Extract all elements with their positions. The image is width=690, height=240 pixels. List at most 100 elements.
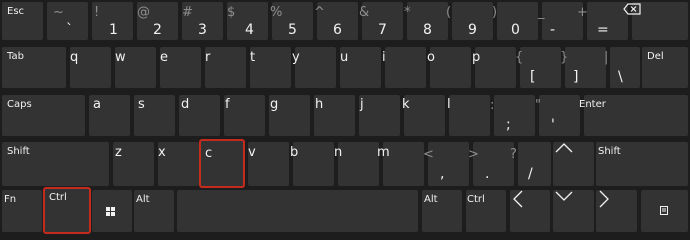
key-comma[interactable]: < , (423, 142, 469, 186)
key-esc[interactable]: Esc (2, 2, 43, 40)
key-label: g (270, 97, 279, 112)
key-d[interactable]: d (179, 95, 220, 136)
key-h[interactable]: h (314, 95, 355, 136)
key-main-label: 8 (423, 22, 432, 38)
key-k[interactable]: k (402, 95, 445, 136)
key-shift-label: @ (137, 5, 150, 20)
key-quote[interactable]: " ' (535, 95, 580, 136)
key-shift-label: | (604, 50, 609, 65)
key-label: i (382, 50, 386, 65)
key-main-label: 9 (468, 22, 477, 38)
key-label: Caps (7, 99, 32, 110)
key-b[interactable]: b (290, 142, 334, 186)
key-alt-left[interactable]: Alt (134, 190, 174, 232)
key-main-label: ` (66, 22, 73, 38)
key-3[interactable]: # 3 (182, 2, 223, 40)
chevron-left-icon (513, 190, 523, 208)
key-a[interactable]: a (89, 95, 130, 136)
key-shift-label: * (404, 5, 411, 20)
key-arrow-up[interactable] (553, 142, 594, 186)
key-arrow-down[interactable] (553, 190, 594, 232)
key-r[interactable]: r (205, 47, 246, 88)
key-p[interactable]: p (472, 47, 516, 88)
key-space[interactable] (177, 190, 418, 232)
key-label: q (70, 50, 79, 65)
key-t[interactable]: t (250, 47, 291, 88)
key-ctrl-right[interactable]: Ctrl (466, 190, 506, 232)
key-alt-right[interactable]: Alt (422, 190, 462, 232)
key-8[interactable]: * 8 (404, 2, 448, 40)
key-caps-lock[interactable]: Caps (2, 95, 85, 136)
chevron-right-icon (599, 190, 609, 208)
key-9[interactable]: ( 9 (446, 2, 493, 40)
key-m[interactable]: m (377, 142, 424, 186)
key-c[interactable]: c (199, 139, 245, 188)
key-i[interactable]: i (382, 47, 426, 88)
key-delete[interactable]: Del (642, 47, 688, 88)
key-backslash[interactable]: | \ (604, 47, 640, 88)
key-e[interactable]: e (160, 47, 201, 88)
key-o[interactable]: o (427, 47, 471, 88)
key-shift-right[interactable]: Shift (596, 142, 688, 186)
key-right-bracket[interactable]: } ] (560, 47, 606, 88)
key-0[interactable]: ) 0 (492, 2, 538, 40)
key-period[interactable]: > . (468, 142, 514, 186)
key-left-bracket[interactable]: { [ (515, 47, 561, 88)
key-5[interactable]: % 5 (270, 2, 313, 40)
key-label: r (205, 50, 211, 65)
key-ctrl-left[interactable]: Ctrl (43, 187, 91, 234)
key-tab[interactable]: Tab (2, 47, 66, 88)
key-windows[interactable] (92, 190, 132, 232)
key-enter[interactable]: Enter (579, 95, 688, 136)
key-menu[interactable] (641, 190, 688, 232)
key-main-label: \ (618, 69, 623, 85)
key-7[interactable]: & 7 (359, 2, 403, 40)
key-backspace[interactable] (623, 2, 688, 40)
key-g[interactable]: g (269, 95, 310, 136)
key-l[interactable]: l (447, 95, 490, 136)
key-main-label: 1 (109, 22, 118, 38)
key-shift-label: ! (94, 5, 100, 20)
key-main-label: . (485, 166, 490, 182)
key-s[interactable]: s (134, 95, 175, 136)
key-y[interactable]: y (292, 47, 336, 88)
key-main-label: 5 (288, 22, 297, 38)
key-j[interactable]: j (359, 95, 400, 136)
key-label: z (115, 145, 122, 160)
key-label: x (158, 145, 166, 160)
context-menu-icon (660, 206, 668, 215)
key-2[interactable]: @ 2 (137, 2, 178, 40)
chevron-down-icon (555, 191, 573, 201)
key-shift-label: # (182, 5, 193, 20)
key-arrow-right[interactable] (596, 190, 637, 232)
key-n[interactable]: n (334, 142, 379, 186)
key-u[interactable]: u (340, 47, 381, 88)
key-main-label: - (550, 22, 556, 38)
key-label: Alt (424, 194, 438, 205)
key-label: h (315, 97, 324, 112)
key-label: k (402, 97, 410, 112)
key-x[interactable]: x (158, 142, 199, 186)
key-label: e (160, 50, 168, 65)
key-slash[interactable]: ? / (510, 142, 551, 186)
key-1[interactable]: ! 1 (92, 2, 133, 40)
key-semicolon[interactable]: : ; (490, 95, 535, 136)
key-arrow-left[interactable] (510, 190, 550, 232)
key-grave[interactable]: ~ ` (47, 2, 88, 40)
key-label: Tab (7, 51, 24, 62)
key-4[interactable]: $ 4 (227, 2, 268, 40)
key-label: Shift (7, 146, 30, 157)
key-shift-left[interactable]: Shift (2, 142, 109, 186)
key-f[interactable]: f (224, 95, 265, 136)
key-fn[interactable]: Fn (2, 190, 42, 232)
key-6[interactable]: ^ 6 (314, 2, 358, 40)
key-q[interactable]: q (70, 47, 111, 88)
key-v[interactable]: v (248, 142, 289, 186)
key-equal[interactable]: + = (577, 2, 628, 40)
key-main-label: ; (506, 117, 511, 133)
key-shift-label: % (270, 5, 283, 20)
key-z[interactable]: z (113, 142, 154, 186)
key-label: n (334, 145, 343, 160)
key-label: Ctrl (467, 194, 485, 205)
key-w[interactable]: w (115, 47, 156, 88)
